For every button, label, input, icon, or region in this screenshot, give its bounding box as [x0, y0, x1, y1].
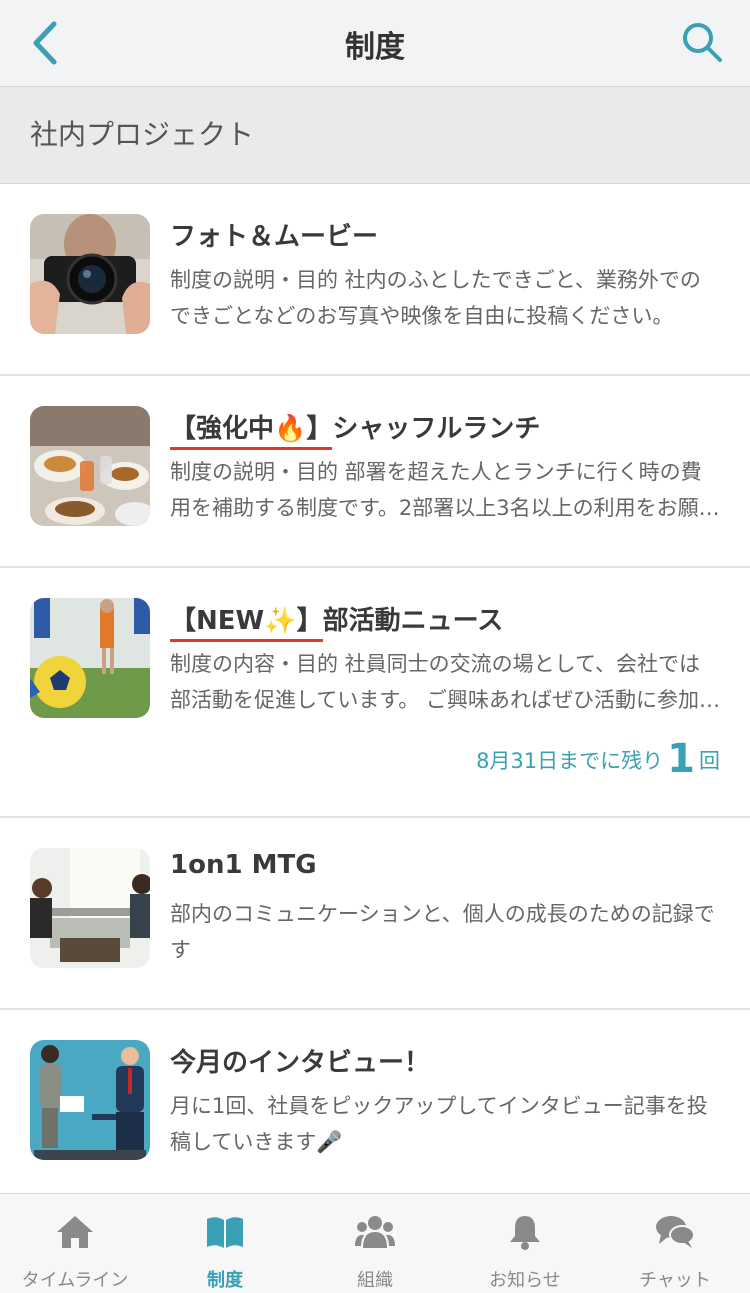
tab-timeline[interactable]: タイムライン	[0, 1194, 150, 1293]
app-header: 制度	[0, 0, 750, 87]
remaining-number: 1	[667, 736, 695, 782]
search-icon	[683, 23, 722, 62]
item-title: フォト＆ムービー	[170, 222, 379, 252]
bell-icon	[510, 1216, 540, 1250]
home-icon	[57, 1216, 93, 1248]
item-description: 部内のコミュニケーションと、個人の成長のための記録です	[170, 902, 715, 962]
item-description: 制度の説明・目的 社内のふとしたできごと、業務外でのできごとなどのお写真や映像を…	[170, 268, 701, 328]
list-item[interactable]: 【強化中🔥】シャッフルランチ 制度の説明・目的 部署を超えた人とランチに行く時の…	[0, 376, 750, 568]
book-icon	[207, 1217, 243, 1248]
chat-icon	[656, 1216, 695, 1248]
item-thumbnail	[30, 406, 150, 526]
item-title: 【強化中🔥】シャッフルランチ	[170, 414, 541, 444]
page-title: 制度	[345, 30, 405, 65]
item-tag: 【NEW✨】	[170, 606, 323, 636]
tab-label: 組織	[357, 1270, 393, 1291]
item-thumbnail	[30, 848, 150, 968]
camera-photo-image	[30, 214, 150, 334]
tab-label: タイムライン	[21, 1270, 129, 1291]
system-list: フォト＆ムービー 制度の説明・目的 社内のふとしたできごと、業務外でのできごとな…	[0, 184, 750, 1196]
office-meeting-photo-image	[30, 848, 150, 968]
list-item[interactable]: 今月のインタビュー！ 月に1回、社員をピックアップしてインタビュー記事を投稿して…	[0, 1010, 750, 1196]
item-thumbnail	[30, 214, 150, 334]
item-thumbnail	[30, 1040, 150, 1160]
people-icon	[355, 1216, 395, 1248]
tab-label: 制度	[207, 1270, 243, 1291]
lunch-photo-image	[30, 406, 150, 526]
remaining-prefix: 8月31日までに残り	[476, 749, 664, 773]
tab-notifications[interactable]: お知らせ	[450, 1194, 600, 1293]
item-tag: 【強化中🔥】	[170, 414, 333, 444]
tab-system[interactable]: 制度	[150, 1194, 300, 1293]
item-description: 制度の内容・目的 社員同士の交流の場として、会社では部活動を促進しています。 ご…	[170, 652, 720, 712]
tab-chat[interactable]: チャット	[600, 1194, 750, 1293]
search-button[interactable]	[680, 20, 724, 64]
item-description: 制度の説明・目的 部署を超えた人とランチに行く時の費用を補助する制度です。2部署…	[170, 460, 720, 520]
item-thumbnail	[30, 598, 150, 718]
section-header: 社内プロジェクト	[0, 87, 750, 184]
bottom-tab-bar: タイムライン 制度 組織 お知らせ チャット	[0, 1193, 750, 1293]
tab-label: お知らせ	[489, 1270, 561, 1291]
list-item[interactable]: フォト＆ムービー 制度の説明・目的 社内のふとしたできごと、業務外でのできごとな…	[0, 184, 750, 376]
remaining-suffix: 回	[699, 749, 720, 773]
remaining-count: 8月31日までに残り 1 回	[476, 736, 720, 782]
item-title: 1on1 MTG	[170, 850, 317, 880]
section-title: 社内プロジェクト	[30, 118, 255, 151]
tab-organization[interactable]: 組織	[300, 1194, 450, 1293]
tab-label: チャット	[639, 1270, 711, 1291]
list-item[interactable]: 【NEW✨】部活動ニュース 制度の内容・目的 社員同士の交流の場として、会社では…	[0, 568, 750, 818]
item-title: 【NEW✨】部活動ニュース	[170, 606, 504, 636]
item-description: 月に1回、社員をピックアップしてインタビュー記事を投稿していきます🎤	[170, 1094, 708, 1154]
soccer-photo-image	[30, 598, 150, 718]
interview-illustration-image	[30, 1040, 150, 1160]
list-item[interactable]: 1on1 MTG 部内のコミュニケーションと、個人の成長のための記録です	[0, 818, 750, 1010]
item-title: 今月のインタビュー！	[170, 1048, 431, 1078]
